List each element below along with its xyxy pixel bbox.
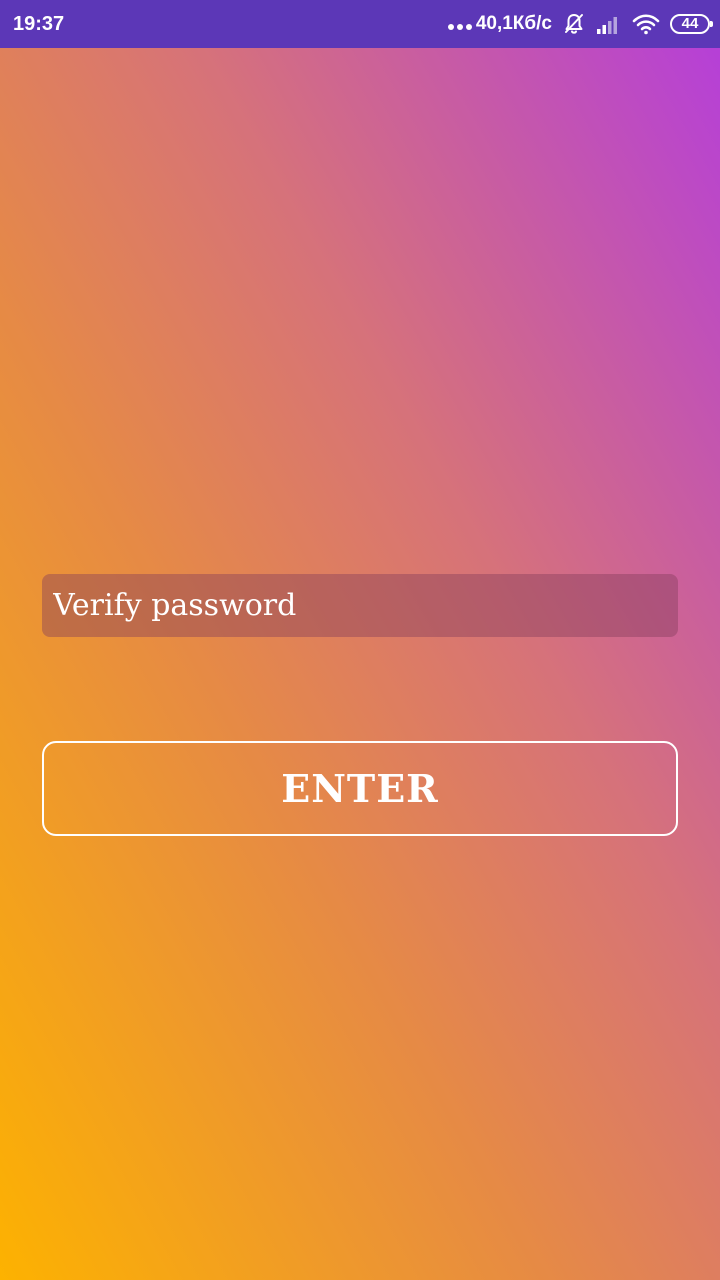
battery-icon: 44 [670, 14, 713, 34]
cell-signal-icon [596, 13, 622, 35]
enter-button-label: ENTER [281, 766, 439, 811]
wifi-icon [632, 13, 660, 35]
more-dots-icon [447, 24, 472, 30]
battery-tip [710, 21, 713, 27]
status-bar: 19:37 40,1Кб/с 44 [0, 0, 720, 48]
verify-password-input[interactable] [53, 588, 667, 623]
battery-level: 44 [681, 15, 699, 32]
status-time: 19:37 [13, 13, 65, 35]
enter-button[interactable]: ENTER [42, 741, 678, 836]
status-icons: 40,1Кб/с 44 [447, 8, 713, 40]
bell-off-icon [562, 12, 586, 36]
network-speed: 40,1Кб/с [475, 13, 552, 34]
password-field[interactable] [42, 574, 678, 637]
